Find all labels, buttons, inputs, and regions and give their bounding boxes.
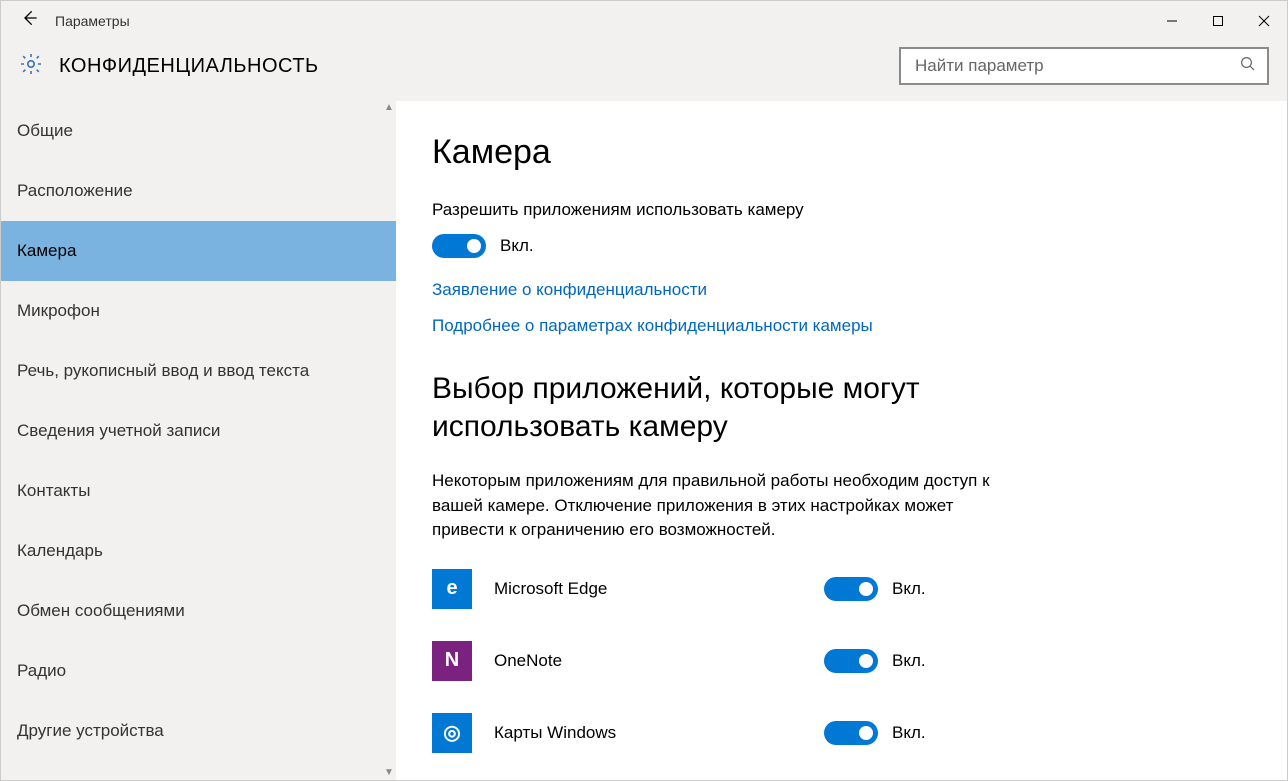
app-name: Microsoft Edge <box>494 579 824 599</box>
sidebar-item-label: Радио <box>17 661 66 681</box>
sidebar-item-label: Контакты <box>17 481 90 501</box>
app-icon: ◎ <box>432 713 472 753</box>
app-toggle[interactable] <box>824 721 878 745</box>
minimize-button[interactable] <box>1149 1 1195 41</box>
sidebar-item-1[interactable]: Расположение <box>1 161 396 221</box>
sidebar-item-label: Общие <box>17 121 73 141</box>
sidebar-item-label: Речь, рукописный ввод и ввод текста <box>17 361 309 381</box>
sidebar-item-label: Расположение <box>17 181 133 201</box>
app-toggle-state: Вкл. <box>892 579 926 599</box>
sidebar-item-label: Другие устройства <box>17 721 164 741</box>
sidebar-item-7[interactable]: Календарь <box>1 521 396 581</box>
sidebar-item-0[interactable]: Общие <box>1 101 396 161</box>
scroll-down-icon[interactable]: ▼ <box>384 766 394 780</box>
sidebar-item-4[interactable]: Речь, рукописный ввод и ввод текста <box>1 341 396 401</box>
titlebar: Параметры <box>1 1 1287 41</box>
app-name: Карты Windows <box>494 723 824 743</box>
back-button[interactable] <box>5 8 55 34</box>
allow-camera-label: Разрешить приложениям использовать камер… <box>432 200 1251 220</box>
header: КОНФИДЕНЦИАЛЬНОСТЬ <box>1 41 1287 101</box>
app-toggle-state: Вкл. <box>892 651 926 671</box>
sidebar-item-10[interactable]: Другие устройства <box>1 701 396 761</box>
maximize-button[interactable] <box>1195 1 1241 41</box>
sidebar-item-label: Календарь <box>17 541 103 561</box>
sidebar-item-label: Микрофон <box>17 301 100 321</box>
search-box[interactable] <box>899 47 1269 85</box>
settings-window: Параметры КОНФИДЕНЦИАЛЬНОСТЬ <box>0 0 1288 781</box>
app-toggle[interactable] <box>824 577 878 601</box>
sidebar-item-6[interactable]: Контакты <box>1 461 396 521</box>
window-controls <box>1149 1 1287 41</box>
app-row-2: ◎ Карты Windows Вкл. <box>432 713 1251 753</box>
sidebar-item-3[interactable]: Микрофон <box>1 281 396 341</box>
search-icon <box>1239 55 1257 78</box>
header-title: КОНФИДЕНЦИАЛЬНОСТЬ <box>59 55 319 78</box>
sidebar-item-5[interactable]: Сведения учетной записи <box>1 401 396 461</box>
app-row-0: e Microsoft Edge Вкл. <box>432 569 1251 609</box>
app-toggle-state: Вкл. <box>892 723 926 743</box>
sidebar-item-label: Камера <box>17 241 76 261</box>
app-row-1: N OneNote Вкл. <box>432 641 1251 681</box>
sidebar-item-label: Обмен сообщениями <box>17 601 185 621</box>
gear-icon <box>19 52 43 81</box>
app-icon: N <box>432 641 472 681</box>
sidebar-item-9[interactable]: Радио <box>1 641 396 701</box>
search-input[interactable] <box>913 55 1239 77</box>
titlebar-title: Параметры <box>55 13 130 29</box>
apps-section-desc: Некоторым приложениям для правильной раб… <box>432 469 992 543</box>
sidebar-scrollbar[interactable]: ▲ ▼ <box>382 101 396 780</box>
sidebar-item-2[interactable]: Камера <box>1 221 396 281</box>
allow-camera-toggle[interactable] <box>432 234 486 258</box>
app-toggle[interactable] <box>824 649 878 673</box>
sidebar-item-label: Сведения учетной записи <box>17 421 220 441</box>
allow-camera-state: Вкл. <box>500 236 534 256</box>
apps-section-title: Выбор приложений, которые могут использо… <box>432 370 992 445</box>
app-name: OneNote <box>494 651 824 671</box>
camera-privacy-more-link[interactable]: Подробнее о параметрах конфиденциальност… <box>432 316 1251 336</box>
page-title: Камера <box>432 133 1251 172</box>
main-panel: Камера Разрешить приложениям использоват… <box>396 101 1287 780</box>
privacy-statement-link[interactable]: Заявление о конфиденциальности <box>432 280 1251 300</box>
close-button[interactable] <box>1241 1 1287 41</box>
sidebar-item-8[interactable]: Обмен сообщениями <box>1 581 396 641</box>
scroll-up-icon[interactable]: ▲ <box>384 101 394 115</box>
sidebar: Общие Расположение Камера Микрофон Речь, рук… <box>1 101 396 780</box>
app-icon: e <box>432 569 472 609</box>
